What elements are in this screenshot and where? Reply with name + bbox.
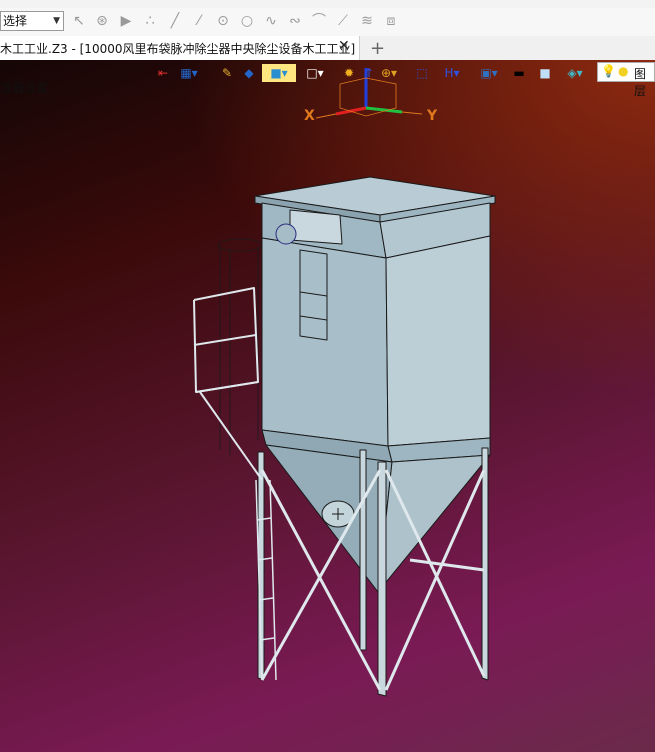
layer-control[interactable]: 💡 ● 图层: [597, 62, 655, 98]
fit-icon[interactable]: ⬚: [412, 64, 432, 82]
document-tab[interactable]: 木工工业.Z3 - [10000风里布袋脉冲除尘器中央除尘设备木工工业] ✕: [0, 36, 360, 60]
black-rect-icon[interactable]: ▬: [510, 64, 528, 82]
ladder-cage: [217, 238, 263, 455]
add-tab-button[interactable]: +: [370, 38, 385, 59]
shading-icon[interactable]: ◆: [240, 64, 258, 82]
pick-icon[interactable]: ⊛: [93, 12, 111, 30]
play-icon[interactable]: ▶: [117, 12, 135, 30]
stack-icon[interactable]: ≋: [358, 12, 376, 30]
layers-icon[interactable]: ⧈: [382, 12, 400, 30]
sun-icon[interactable]: ✹: [340, 64, 358, 82]
document-tab-title: 木工工业.Z3 - [10000风里布袋脉冲除尘器中央除尘设备木工工业]: [0, 42, 356, 56]
layer-label: 图层: [634, 67, 647, 98]
platform-railing: [193, 287, 263, 481]
3d-viewport[interactable]: [0, 60, 655, 752]
view-icon[interactable]: ▦▾: [178, 64, 200, 82]
chevron-down-icon[interactable]: ▼: [53, 12, 60, 30]
zoom-icon[interactable]: ⊕▾: [378, 64, 400, 82]
line2-icon[interactable]: ⁄: [190, 12, 208, 30]
body-side: [385, 235, 491, 447]
diagonal-line-icon[interactable]: ⟋: [334, 12, 352, 30]
cube-icon[interactable]: □▾: [302, 64, 328, 82]
exit-icon[interactable]: ⇤: [154, 64, 172, 82]
brush-icon[interactable]: ✎: [218, 64, 236, 82]
sun-circle-icon[interactable]: ●: [618, 64, 628, 78]
circle-center-icon[interactable]: ⊙: [214, 12, 232, 30]
display-icon[interactable]: ▣▾: [474, 64, 504, 82]
bracket-icon[interactable]: H▾: [438, 64, 466, 82]
filter-select[interactable]: 选择 ▼: [0, 11, 64, 31]
inlet-duct: [289, 209, 343, 245]
spline-icon[interactable]: ∿: [262, 12, 280, 30]
filter-settings-label: 滤器设置: [0, 81, 49, 95]
layer-stack-icon[interactable]: ◈▾: [562, 64, 588, 82]
line-icon[interactable]: ╱: [166, 12, 184, 30]
point-icon[interactable]: ∴: [141, 12, 159, 30]
bulb-icon[interactable]: 💡: [601, 64, 616, 78]
close-icon[interactable]: ✕: [338, 38, 350, 54]
axis-icon[interactable]: ↑: [362, 64, 376, 82]
axis-y-label: Y: [427, 108, 438, 124]
select-cursor-icon[interactable]: ↖: [70, 12, 88, 30]
arc-icon[interactable]: ⌒: [310, 12, 328, 30]
filter-select-value: 选择: [3, 14, 28, 28]
inlet-pipe: [275, 223, 297, 245]
body-front: [261, 237, 389, 447]
cube-shaded-icon[interactable]: ■▾: [262, 64, 296, 82]
circle-icon[interactable]: ○: [238, 12, 256, 30]
axis-x-label: X: [304, 108, 315, 124]
blue-square-icon[interactable]: ■: [536, 64, 554, 82]
dust-collector-model: [193, 68, 496, 697]
curve-icon[interactable]: ∾: [286, 12, 304, 30]
